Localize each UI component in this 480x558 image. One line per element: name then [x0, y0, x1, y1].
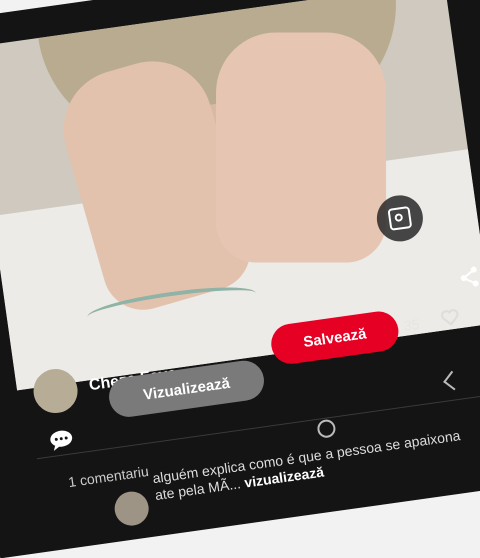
comment-text: alguém explica como é que a pessoa se ap…	[152, 426, 474, 504]
reaction-count: 35	[402, 315, 421, 334]
comment-avatar[interactable]	[112, 489, 151, 528]
lens-search-icon	[387, 205, 413, 231]
share-icon[interactable]	[458, 265, 480, 290]
image-right-hand	[216, 32, 387, 263]
comments-count: 1 comentariu	[67, 462, 150, 491]
back-icon[interactable]	[443, 370, 463, 391]
home-icon[interactable]	[316, 418, 337, 439]
avatar[interactable]	[30, 366, 81, 416]
heart-icon[interactable]	[440, 308, 460, 326]
comment-icon[interactable]	[47, 427, 76, 452]
phone-screen: 48 Cheza Faye Vizualizează Salvează 35	[0, 0, 480, 558]
